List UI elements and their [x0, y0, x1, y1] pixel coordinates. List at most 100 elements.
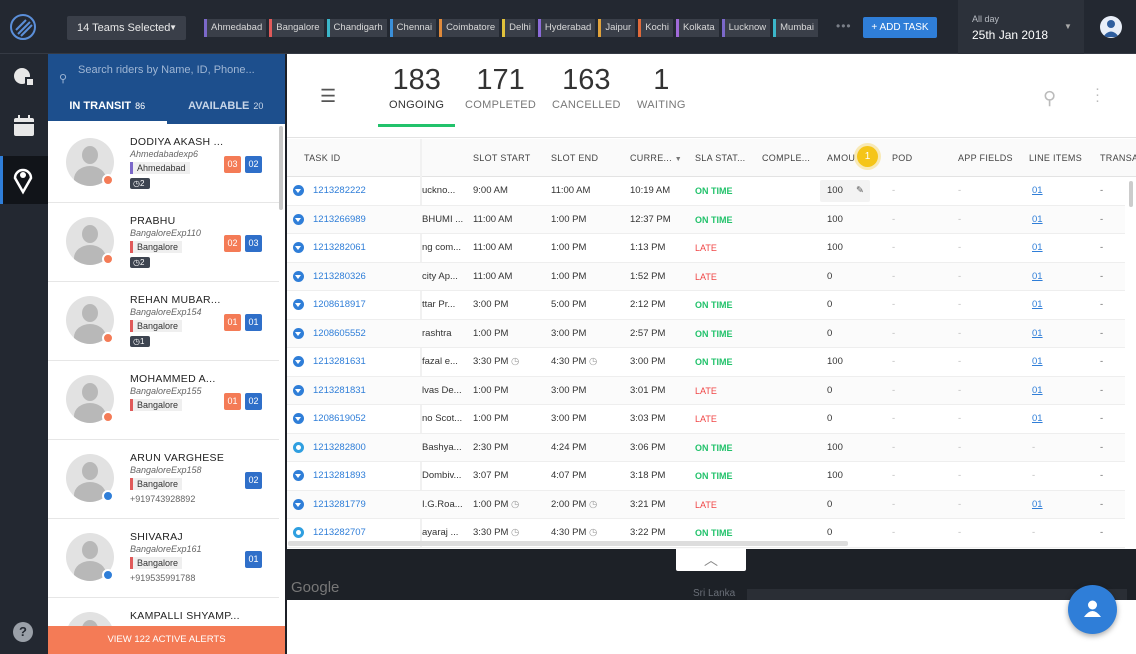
team-chip[interactable]: Coimbatore	[439, 19, 500, 37]
list-icon[interactable]: ☰	[320, 86, 336, 107]
line-items-link[interactable]: 01	[1032, 291, 1043, 319]
line-items-value: -	[1032, 470, 1036, 481]
rider-clock-count: 2	[139, 258, 145, 267]
team-chip[interactable]: Chandigarh	[326, 19, 387, 37]
col-line-items[interactable]: LINE ITEMS	[1029, 139, 1082, 177]
rider-card[interactable]: PRABHU BangaloreExp110 Bangalore ◷2 02 03	[48, 203, 279, 282]
team-chip[interactable]: Jaipur	[598, 19, 636, 37]
tour-hint-badge[interactable]: 1	[857, 146, 878, 167]
table-row[interactable]: 1213266989 BHUMI ... 11:00 AM 1:00 PM 12:37 …	[287, 205, 1125, 234]
line-items-link[interactable]: 01	[1032, 377, 1043, 405]
col-slot-end[interactable]: SLOT END	[551, 139, 598, 177]
table-row[interactable]: 1213282061 ng com... 11:00 AM 1:00 PM 1:13 P…	[287, 234, 1125, 263]
more-teams-button[interactable]: •••	[836, 19, 852, 33]
col-sla-status[interactable]: SLA STAT...	[695, 139, 745, 177]
view-alerts-button[interactable]: VIEW 122 ACTIVE ALERTS	[48, 626, 285, 654]
table-row[interactable]: 1208618917 ttar Pr... 3:00 PM 5:00 PM 2:12 P…	[287, 291, 1125, 320]
rider-list-scrollbar[interactable]	[279, 126, 283, 210]
tab-in-transit[interactable]: IN TRANSIT 86	[48, 90, 167, 124]
task-id-link[interactable]: 1213282800	[313, 434, 366, 462]
teams-select[interactable]: 14 Teams Selected ▼	[67, 16, 186, 40]
col-current-time[interactable]: CURRE... ▼	[630, 139, 682, 177]
task-id-link[interactable]: 1208618917	[313, 291, 366, 319]
rider-card[interactable]: ARUN VARGHESE BangaloreExp158 Bangalore +91…	[48, 440, 279, 519]
help-icon[interactable]: ?	[13, 622, 33, 642]
table-row[interactable]: 1213281893 Dombiv... 3:07 PM 4:07 PM 3:18 PM…	[287, 462, 1125, 491]
team-chip[interactable]: Lucknow	[721, 19, 771, 37]
table-row[interactable]: 1213280326 city Ap... 11:00 AM 1:00 PM 1:52 …	[287, 262, 1125, 291]
col-pod[interactable]: POD	[892, 139, 912, 177]
expand-map-button[interactable]: ︿	[676, 549, 746, 571]
line-items-link[interactable]: 01	[1032, 348, 1043, 376]
add-task-button[interactable]: + ADD TASK	[863, 17, 937, 38]
line-items-link[interactable]: 01	[1032, 491, 1043, 519]
line-items-link[interactable]: 01	[1032, 177, 1043, 205]
task-id-link[interactable]: 1213266989	[313, 206, 366, 234]
team-chip[interactable]: Mumbai	[773, 19, 818, 37]
table-row[interactable]: 1213282800 Bashya... 2:30 PM 4:24 PM 3:06 PM…	[287, 433, 1125, 462]
col-transaction[interactable]: TRANSA	[1100, 139, 1136, 177]
task-id-link[interactable]: 1213282222	[313, 177, 366, 205]
team-chip[interactable]: Ahmedabad	[204, 19, 267, 37]
table-vertical-scrollbar[interactable]	[1129, 181, 1133, 207]
line-items-link[interactable]: 01	[1032, 263, 1043, 291]
rider-card[interactable]: SHIVARAJ BangaloreExp161 Bangalore +9195359…	[48, 519, 279, 598]
nav-dashboard[interactable]	[0, 56, 48, 100]
more-vertical-icon[interactable]: · · ·	[1095, 81, 1100, 108]
stat-completed[interactable]: 171 COMPLETED	[465, 64, 536, 111]
task-id-link[interactable]: 1208605552	[313, 320, 366, 348]
task-id-link[interactable]: 1213281631	[313, 348, 366, 376]
table-row[interactable]: 1208605552 rashtra 1:00 PM 3:00 PM 2:57 PM ON…	[287, 319, 1125, 348]
nav-calendar[interactable]	[0, 106, 48, 150]
rider-card[interactable]: DODIYA AKASH ... Ahmedabadexp6 Ahmedabad ◷2…	[48, 124, 279, 203]
line-items-link[interactable]: 01	[1032, 206, 1043, 234]
stat-ongoing[interactable]: 183 ONGOING	[389, 64, 444, 111]
amount: 0	[827, 299, 833, 310]
task-id-link[interactable]: 1213281893	[313, 462, 366, 490]
pencil-icon[interactable]: ✎	[856, 177, 864, 205]
map-area[interactable]: Google ︿ Sri Lanka	[287, 549, 1136, 600]
team-chip[interactable]: Kochi	[638, 19, 673, 37]
team-chip[interactable]: Chennai	[389, 19, 437, 37]
team-chip[interactable]: Hyderabad	[537, 19, 596, 37]
line-items-link[interactable]: 01	[1032, 234, 1043, 262]
task-id-link[interactable]: 1213280326	[313, 263, 366, 291]
rider-card[interactable]: KAMPALLI SHYAMP...	[48, 598, 279, 626]
stat-cancelled[interactable]: 163 CANCELLED	[552, 64, 621, 111]
task-id-link[interactable]: 1213282061	[313, 234, 366, 262]
rider-card[interactable]: REHAN MUBAR... BangaloreExp154 Bangalore ◷1…	[48, 282, 279, 361]
col-amount[interactable]: AMOU	[827, 139, 857, 177]
tab-available[interactable]: AVAILABLE 20	[167, 90, 286, 124]
col-slot-start[interactable]: SLOT START	[473, 139, 531, 177]
amount: 0	[827, 413, 833, 424]
col-task-id[interactable]: TASK ID	[304, 139, 340, 177]
team-chip[interactable]: Kolkata	[675, 19, 719, 37]
table-row[interactable]: 1213281779 I.G.Roa... 1:00 PM ◷ 2:00 PM ◷ 3:…	[287, 490, 1125, 519]
user-avatar[interactable]	[1100, 16, 1122, 38]
app-logo-icon[interactable]	[10, 14, 36, 40]
table-horizontal-scrollbar[interactable]	[288, 541, 848, 546]
sla-status: ON TIME	[695, 186, 733, 196]
rider-search-input[interactable]: ⚲ Search riders by Name, ID, Phone...	[48, 54, 285, 90]
line-items-link[interactable]: 01	[1032, 320, 1043, 348]
rider-fab-button[interactable]	[1068, 585, 1117, 634]
team-chip[interactable]: Bangalore	[269, 19, 324, 37]
stat-waiting[interactable]: 1 WAITING	[637, 64, 686, 111]
search-icon[interactable]: ⚲	[1043, 88, 1056, 109]
col-completed[interactable]: COMPLE...	[762, 139, 810, 177]
amount[interactable]: 100	[827, 177, 843, 205]
nav-live-tracking[interactable]	[0, 156, 48, 204]
table-row[interactable]: 1213281831 lvas De... 1:00 PM 3:00 PM 3:01 P…	[287, 376, 1125, 405]
team-chip[interactable]: Delhi	[502, 19, 535, 37]
table-row[interactable]: 1213282222 ucknо... 9:00 AM 11:00 AM 10:19 A…	[287, 177, 1125, 206]
task-id-link[interactable]: 1208619052	[313, 405, 366, 433]
task-id-link[interactable]: 1213281779	[313, 491, 366, 519]
task-id-link[interactable]: 1213281831	[313, 377, 366, 405]
col-app-fields[interactable]: APP FIELDS	[958, 139, 1013, 177]
line-items-link[interactable]: 01	[1032, 405, 1043, 433]
date-picker[interactable]: All day 25th Jan 2018 ▼	[958, 0, 1084, 54]
rider-card[interactable]: MOHAMMED A... BangaloreExp155 Bangalore 01 0…	[48, 361, 279, 440]
table-row[interactable]: 1213281631 fazal e... 3:30 PM ◷ 4:30 PM ◷ 3:…	[287, 348, 1125, 377]
rider-task-badge: 01	[245, 314, 262, 331]
table-row[interactable]: 1208619052 no Scot... 1:00 PM 3:00 PM 3:03 P…	[287, 405, 1125, 434]
